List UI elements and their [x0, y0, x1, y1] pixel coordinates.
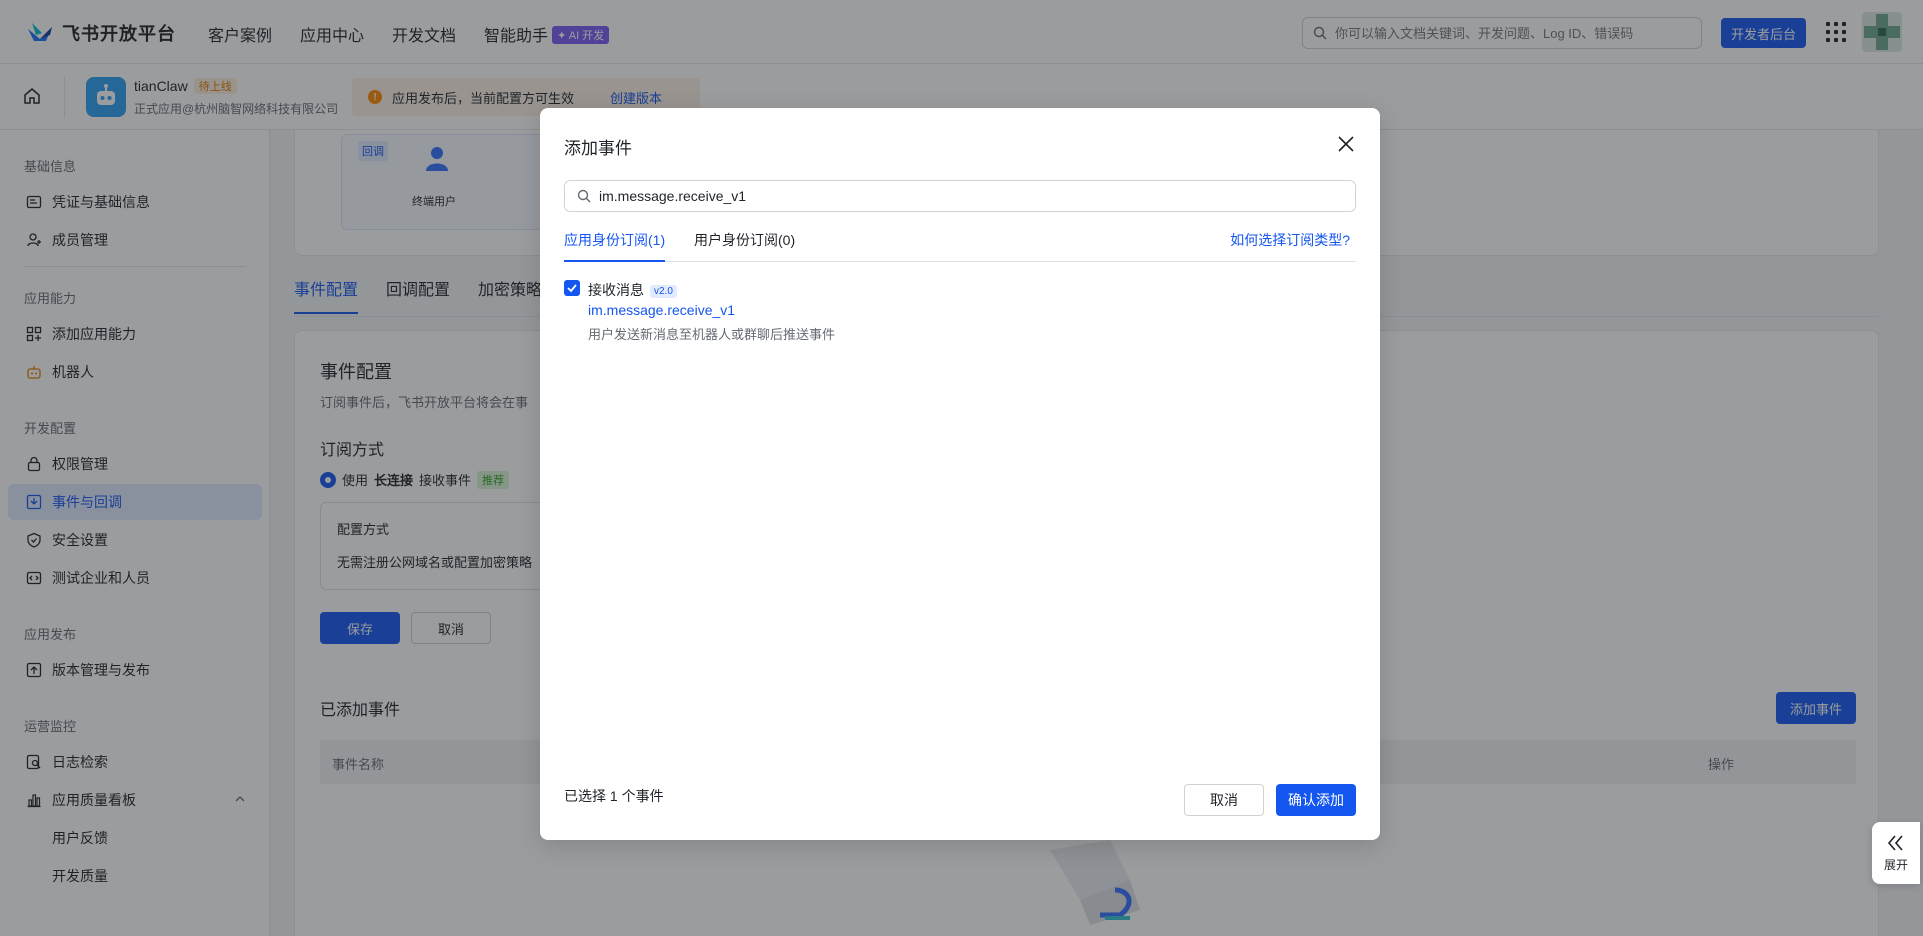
tab-app-subscription[interactable]: 应用身份订阅(1): [564, 230, 666, 262]
subscription-type-help-link[interactable]: 如何选择订阅类型?: [1230, 230, 1350, 250]
close-icon[interactable]: [1336, 134, 1356, 154]
double-chevron-left-icon: [1887, 834, 1903, 851]
event-name-text: 接收消息: [588, 282, 644, 298]
check-icon: [567, 284, 577, 293]
expand-panel-button[interactable]: 展开: [1872, 822, 1920, 884]
expand-label: 展开: [1883, 857, 1908, 872]
event-name: 接收消息 v2.0: [588, 280, 677, 300]
version-badge: v2.0: [650, 285, 677, 298]
event-search-input[interactable]: [599, 188, 1339, 204]
event-search[interactable]: [564, 180, 1356, 212]
search-icon: [577, 189, 591, 203]
event-description: 用户发送新消息至机器人或群聊后推送事件: [588, 327, 836, 342]
tab-user-subscription[interactable]: 用户身份订阅(0): [694, 230, 795, 262]
dialog-title: 添加事件: [564, 139, 632, 158]
event-checkbox[interactable]: [564, 280, 580, 296]
subscription-tabs: 应用身份订阅(1) 用户身份订阅(0) 如何选择订阅类型?: [564, 230, 1356, 262]
event-key-link[interactable]: im.message.receive_v1: [588, 302, 735, 318]
add-event-dialog: 添加事件 应用身份订阅(1) 用户身份订阅(0) 如何选择订阅类型? 接收消息 v…: [540, 108, 1380, 840]
selected-count: 已选择 1 个事件: [564, 788, 664, 804]
cancel-button[interactable]: 取消: [1184, 784, 1264, 816]
confirm-add-button[interactable]: 确认添加: [1276, 784, 1356, 816]
